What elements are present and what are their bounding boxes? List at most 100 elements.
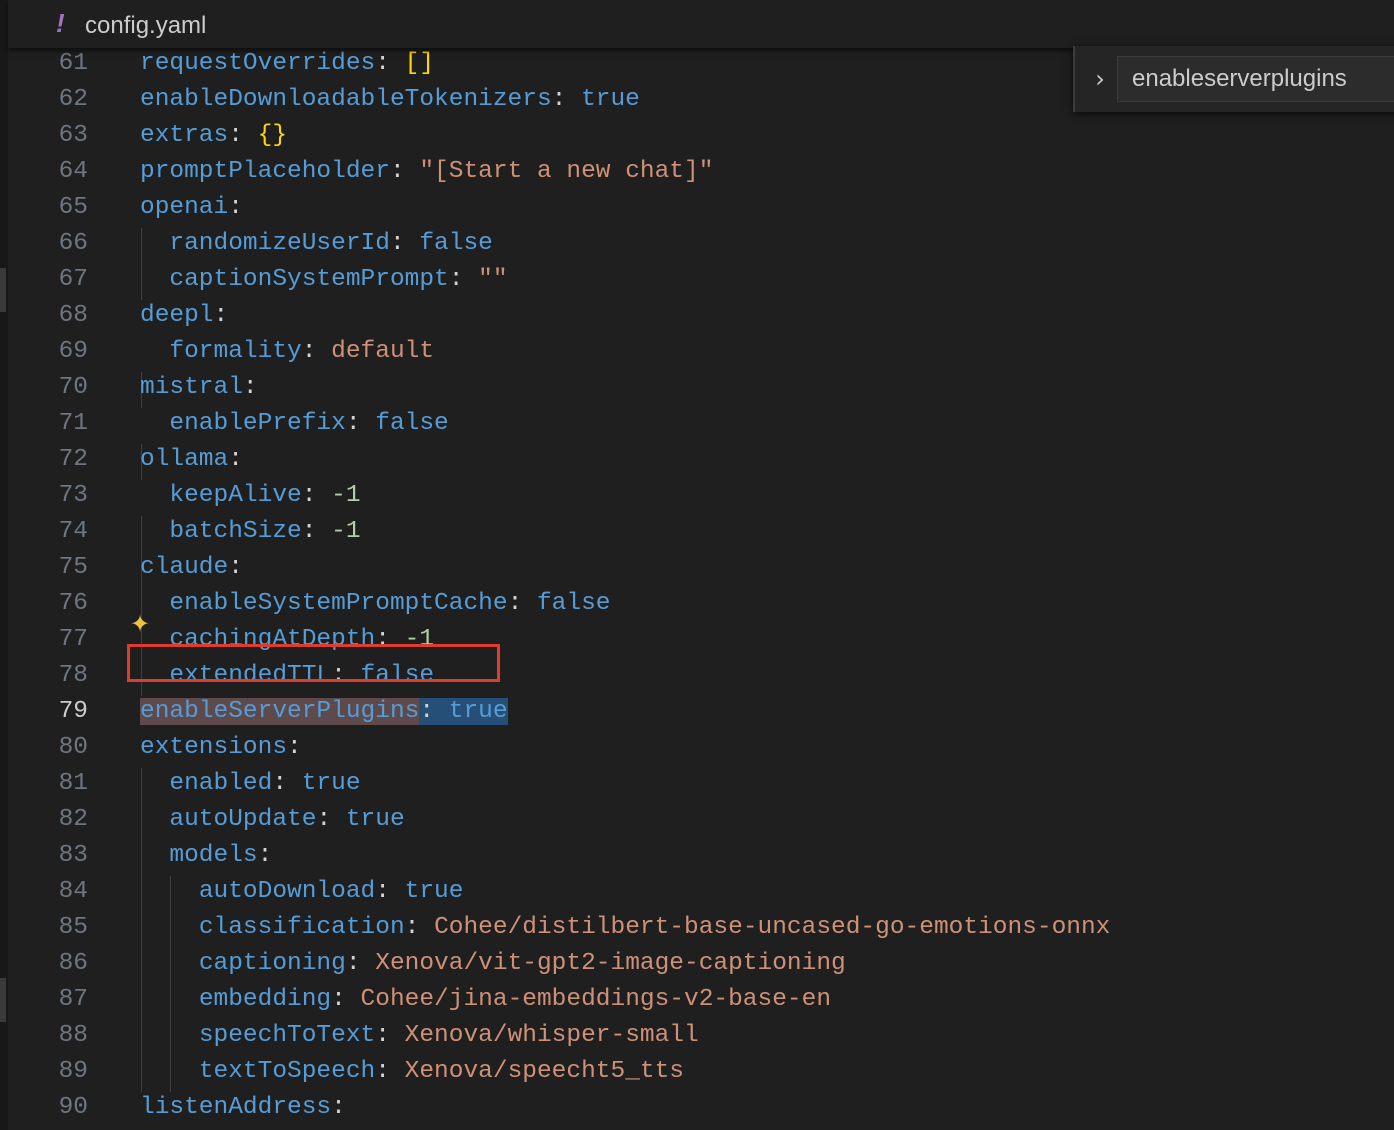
line-number: 90 (58, 1094, 88, 1121)
code-text[interactable]: textToSpeech: Xenova/speecht5_tts (140, 1054, 684, 1090)
code-text[interactable]: speechToText: Xenova/whisper-small (140, 1018, 699, 1054)
code-text[interactable]: extensions: (140, 730, 302, 766)
code-line[interactable]: 90 listenAddress: (8, 1090, 1394, 1126)
code-text[interactable]: enablePrefix: false (140, 406, 448, 442)
code-token: : (345, 950, 376, 977)
code-line[interactable]: 68 deepl: (8, 298, 1394, 334)
highlight-annotation (127, 644, 500, 682)
line-number: 88 (58, 1022, 88, 1049)
code-text[interactable]: models: (140, 838, 272, 874)
code-text[interactable]: claude: (140, 550, 243, 586)
code-text[interactable]: enabled: true (140, 766, 360, 802)
code-line[interactable]: 80 extensions: (8, 730, 1394, 766)
code-line[interactable]: 82 autoUpdate: true (8, 802, 1394, 838)
code-text[interactable]: autoUpdate: true (140, 802, 404, 838)
code-text[interactable]: promptPlaceholder: "[Start a new chat]" (140, 154, 713, 190)
code-text[interactable]: listenAddress: (140, 1090, 346, 1126)
code-token: default (331, 338, 435, 365)
code-line[interactable]: 67 captionSystemPrompt: "" (8, 262, 1394, 298)
code-editor[interactable]: 61 requestOverrides: [] 62 enableDownloadab… (8, 48, 1394, 1130)
breadcrumb-file-name[interactable]: config.yaml (85, 12, 206, 40)
code-text[interactable]: batchSize: -1 (140, 514, 360, 550)
code-line[interactable]: 71 enablePrefix: false (8, 406, 1394, 442)
code-line[interactable]: 66 randomizeUserId: false (8, 226, 1394, 262)
line-number: 77 (58, 626, 88, 653)
code-text[interactable]: enableDownloadableTokenizers: true (140, 82, 640, 118)
code-text[interactable]: embedding: Cohee/jina-embeddings-v2-base… (140, 982, 831, 1018)
line-number: 66 (58, 230, 88, 257)
code-line[interactable]: 76 enableSystemPromptCache: false (8, 586, 1394, 622)
code-token: : (257, 842, 273, 869)
code-line[interactable]: 88 speechToText: Xenova/whisper-small (8, 1018, 1394, 1054)
chevron-right-icon[interactable]: › (1085, 62, 1115, 96)
code-token: : (448, 266, 479, 293)
code-text[interactable]: randomizeUserId: false (140, 226, 493, 262)
line-number: 72 (58, 446, 88, 473)
code-line[interactable]: 74 batchSize: -1 (8, 514, 1394, 550)
code-text[interactable]: extras: {} (140, 118, 287, 154)
code-line[interactable]: 65 openai: (8, 190, 1394, 226)
code-token: false (419, 230, 493, 257)
code-token: [] (404, 50, 435, 77)
code-line[interactable]: 81 enabled: true (8, 766, 1394, 802)
code-token: true (448, 698, 508, 725)
code-text[interactable]: deepl: (140, 298, 228, 334)
code-line[interactable]: 63 extras: {} (8, 118, 1394, 154)
code-token: : (301, 338, 332, 365)
sparkle-icon[interactable]: ✦ (130, 610, 150, 638)
code-line[interactable]: 70 mistral: (8, 370, 1394, 406)
code-text[interactable]: formality: default (140, 334, 434, 370)
code-line[interactable]: 64 promptPlaceholder: "[Start a new chat]… (8, 154, 1394, 190)
code-token: Xenova/speecht5_tts (404, 1058, 685, 1085)
code-text[interactable]: keepAlive: -1 (140, 478, 360, 514)
code-text[interactable]: captioning: Xenova/vit-gpt2-image-captio… (140, 946, 846, 982)
code-text[interactable]: classification: Cohee/distilbert-base-un… (140, 910, 1111, 946)
code-text[interactable]: enableSystemPromptCache: false (140, 586, 610, 622)
code-token: keepAlive (169, 482, 302, 509)
code-token: true (581, 86, 640, 113)
code-line[interactable]: 87 embedding: Cohee/jina-embeddings-v2-b… (8, 982, 1394, 1018)
code-line[interactable]: 86 captioning: Xenova/vit-gpt2-image-cap… (8, 946, 1394, 982)
code-token: : (331, 986, 361, 1013)
code-token: classification (198, 914, 405, 941)
code-token: enablePrefix (169, 410, 346, 437)
line-number: 73 (58, 482, 88, 509)
code-line[interactable]: 75 claude: (8, 550, 1394, 586)
code-line[interactable]: 79 enableServerPlugins: true (8, 694, 1394, 730)
code-text[interactable]: autoDownload: true (140, 874, 464, 910)
code-text[interactable]: enableServerPlugins: true (140, 694, 508, 730)
code-line[interactable]: 89 textToSpeech: Xenova/speecht5_tts (8, 1054, 1394, 1090)
code-token: : (389, 158, 420, 185)
code-token: textToSpeech (198, 1058, 376, 1085)
code-line[interactable]: 73 keepAlive: -1 (8, 478, 1394, 514)
code-text[interactable]: ollama: (140, 442, 243, 478)
scroll-marker (0, 268, 6, 312)
find-input[interactable]: enableserverplugins (1117, 56, 1394, 102)
code-token: autoUpdate (169, 806, 317, 833)
breadcrumb[interactable]: ! config.yaml (8, 0, 1394, 48)
line-number: 78 (58, 662, 88, 689)
code-line[interactable]: 85 classification: Cohee/distilbert-base… (8, 910, 1394, 946)
code-line[interactable]: 72 ollama: (8, 442, 1394, 478)
code-token: enableServerPlugins (140, 698, 420, 725)
code-token: speechToText (198, 1022, 376, 1049)
code-token: autoDownload (198, 878, 376, 905)
code-token: : (507, 590, 537, 617)
code-line[interactable]: 83 models: (8, 838, 1394, 874)
line-number: 87 (58, 986, 88, 1013)
code-line[interactable]: 69 formality: default (8, 334, 1394, 370)
code-text[interactable]: captionSystemPrompt: "" (140, 262, 507, 298)
code-token: deepl (140, 302, 214, 329)
code-line[interactable]: 84 autoDownload: true (8, 874, 1394, 910)
code-token: promptPlaceholder (140, 158, 390, 185)
code-text[interactable]: mistral: (140, 370, 258, 406)
code-text[interactable]: openai: (140, 190, 243, 226)
code-token: : (301, 482, 332, 509)
code-text[interactable]: requestOverrides: [] (140, 48, 434, 82)
